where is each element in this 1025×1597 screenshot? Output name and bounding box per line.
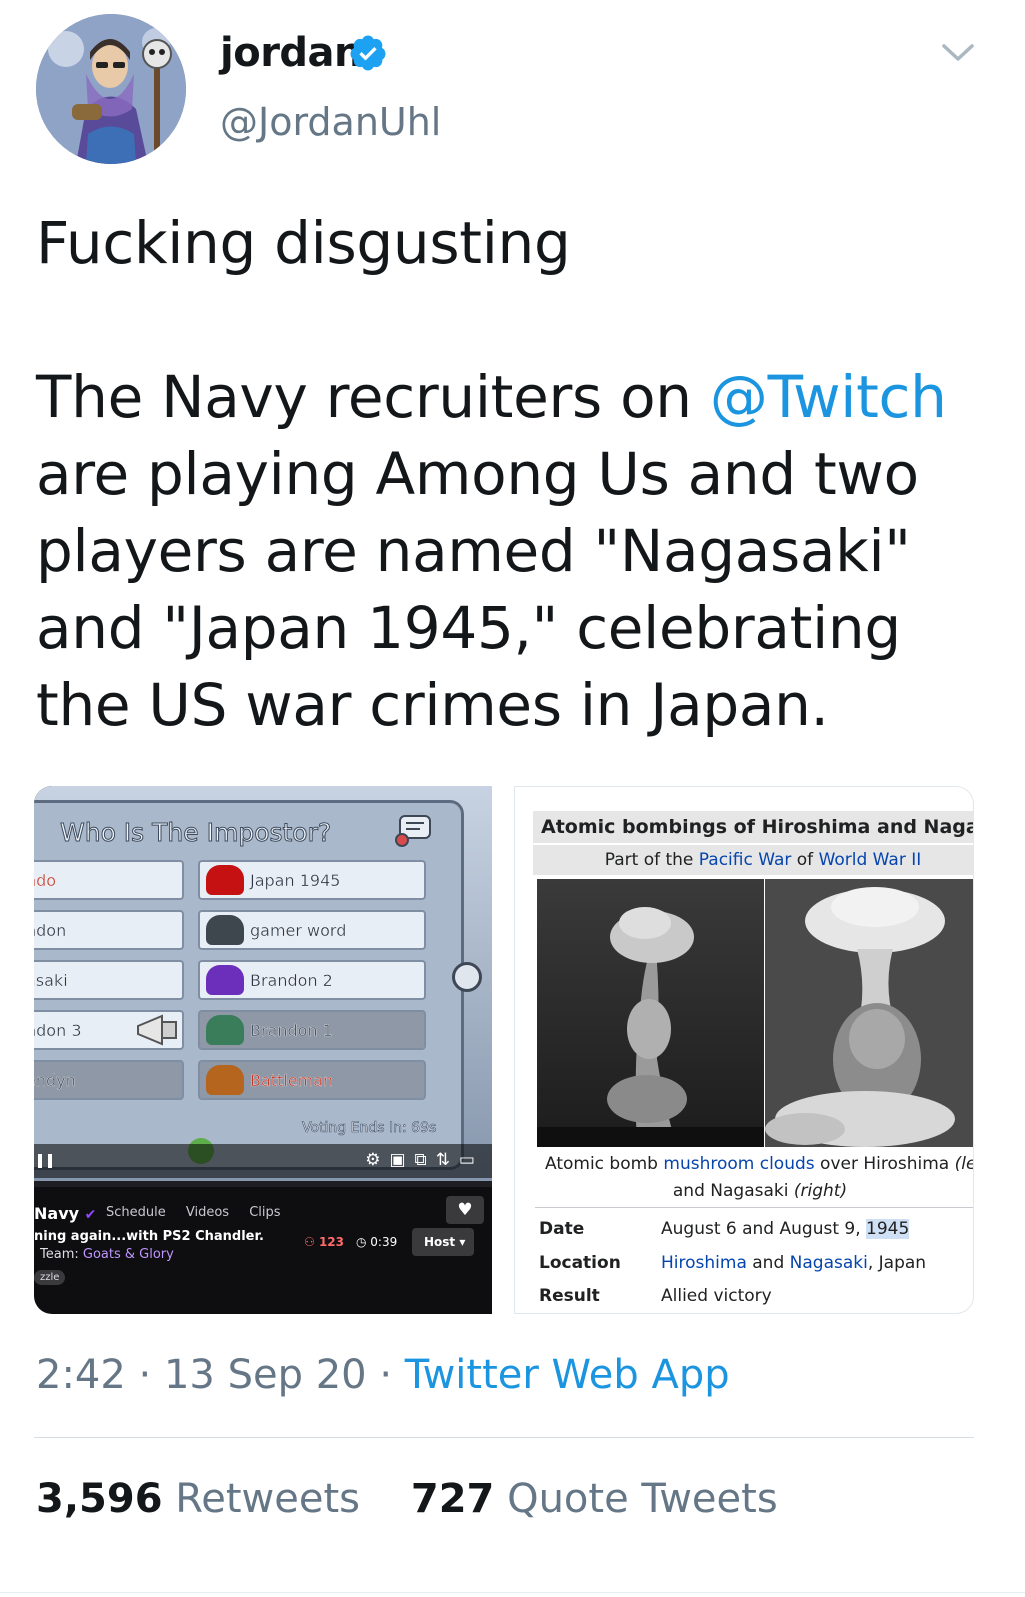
infobox-title: Atomic bombings of Hiroshima and Nagasak <box>533 811 973 843</box>
host-button[interactable]: Host ▾ <box>412 1228 474 1256</box>
metadata-divider <box>34 1437 974 1438</box>
impostor-title: Who Is The Impostor? <box>59 818 332 848</box>
video-controls-bar: ⚙▣⧉⇅▭ <box>34 1144 492 1178</box>
viewer-count: ⚇ 123 <box>304 1235 344 1249</box>
user-handle[interactable]: @JordanUhl <box>220 100 441 144</box>
chat-icon <box>395 815 431 847</box>
channel-tabs[interactable]: Schedule Videos Clips <box>106 1205 281 1220</box>
nagasaki-mushroom-cloud-photo <box>765 879 973 1147</box>
team-line: Team: Goats & Glory <box>40 1247 174 1262</box>
hiroshima-mushroom-cloud-photo <box>537 879 764 1147</box>
tweet-date[interactable]: 13 Sep 20 <box>164 1352 367 1398</box>
stats-divider <box>0 1592 1025 1593</box>
crewmate-red-icon <box>206 865 244 895</box>
verified-badge-icon <box>350 35 386 71</box>
vote-row-left-2: ndon <box>34 910 184 950</box>
retweets-stat[interactable]: 3,596 Retweets <box>36 1476 360 1522</box>
nagasaki-link[interactable]: Nagasaki <box>790 1253 868 1273</box>
verified-partner-icon: ✔ <box>84 1207 97 1223</box>
world-war-ii-link[interactable]: World War II <box>819 850 922 870</box>
tweet-body-end: are playing Among Us and two players are… <box>36 440 919 739</box>
category-tag[interactable]: zzle <box>34 1270 66 1285</box>
crewmate-dead-icon <box>206 1065 244 1095</box>
stream-title: ning again...with PS2 Chandler. <box>34 1229 264 1244</box>
vote-row-left-1: ndo <box>34 860 184 900</box>
channel-name[interactable]: Navy ✔ <box>34 1204 96 1223</box>
among-us-stream-image[interactable]: Who Is The Impostor? ndo ndon asaki ndon… <box>34 786 492 1314</box>
tweet-metadata: 2:42 · 13 Sep 20 · Twitter Web App <box>36 1352 730 1398</box>
quote-tweets-stat[interactable]: 727 Quote Tweets <box>411 1476 778 1522</box>
game-viewport: Who Is The Impostor? ndo ndon asaki ndon… <box>34 786 492 1181</box>
tweet-media: Who Is The Impostor? ndo ndon asaki ndon… <box>34 786 974 1314</box>
pacific-war-link[interactable]: Pacific War <box>699 850 792 870</box>
vote-row-right-2: gamer word <box>198 910 426 950</box>
tweet-line-1: Fucking disgusting <box>36 209 571 277</box>
crewmate-dead-icon <box>206 1015 244 1045</box>
video-progress[interactable] <box>34 1181 492 1187</box>
twitch-mention-link[interactable]: @Twitch <box>710 363 947 431</box>
vote-row-right-3: Brandon 2 <box>198 960 426 1000</box>
tweet-time[interactable]: 2:42 <box>36 1352 126 1398</box>
highlighted-year: 1945 <box>866 1219 910 1239</box>
vote-row-right-5: Battleman <box>198 1060 426 1100</box>
hiroshima-link[interactable]: Hiroshima <box>661 1253 747 1273</box>
wikipedia-infobox-image[interactable]: Atomic bombings of Hiroshima and Nagasak… <box>514 786 974 1314</box>
player-control-icons[interactable]: ⚙▣⧉⇅▭ <box>365 1150 484 1170</box>
volume-icon[interactable] <box>38 1154 52 1168</box>
vote-row-left-3: asaki <box>34 960 184 1000</box>
vote-row-left-5: endyn <box>34 1060 184 1100</box>
voting-timer: Voting Ends In: 69s <box>302 1120 437 1137</box>
vote-row-right-1: Japan 1945 <box>198 860 426 900</box>
follow-heart-button[interactable]: ♥ <box>446 1196 484 1224</box>
infobox-subtitle: Part of the Pacific War of World War II <box>533 845 973 875</box>
skip-vote-knob <box>452 962 482 992</box>
infobox-caption: Atomic bomb mushroom clouds over Hiroshi… <box>545 1154 973 1201</box>
tweet-header: jordan @JordanUhl <box>0 0 1025 180</box>
chevron-down-icon[interactable] <box>940 40 976 64</box>
stream-uptime: ◷ 0:39 <box>356 1235 398 1249</box>
tweet-stats: 3,596 Retweets 727 Quote Tweets <box>36 1476 778 1522</box>
crewmate-purple-icon <box>206 965 244 995</box>
tweet-text: Fucking disgusting The Navy recruiters o… <box>36 205 996 744</box>
mushroom-clouds-link[interactable]: mushroom clouds <box>663 1154 814 1174</box>
team-link[interactable]: Goats & Glory <box>83 1247 174 1262</box>
crewmate-black-icon <box>206 915 244 945</box>
tweet-body-start: The Navy recruiters on <box>36 363 710 431</box>
avatar-illustration-icon <box>36 14 186 164</box>
avatar[interactable] <box>36 14 186 164</box>
infobox-divider <box>535 1207 973 1208</box>
tweet-source-link[interactable]: Twitter Web App <box>405 1352 730 1398</box>
megaphone-icon <box>137 1014 177 1046</box>
display-name[interactable]: jordan <box>220 30 363 76</box>
vote-row-right-4: Brandon 1 <box>198 1010 426 1050</box>
